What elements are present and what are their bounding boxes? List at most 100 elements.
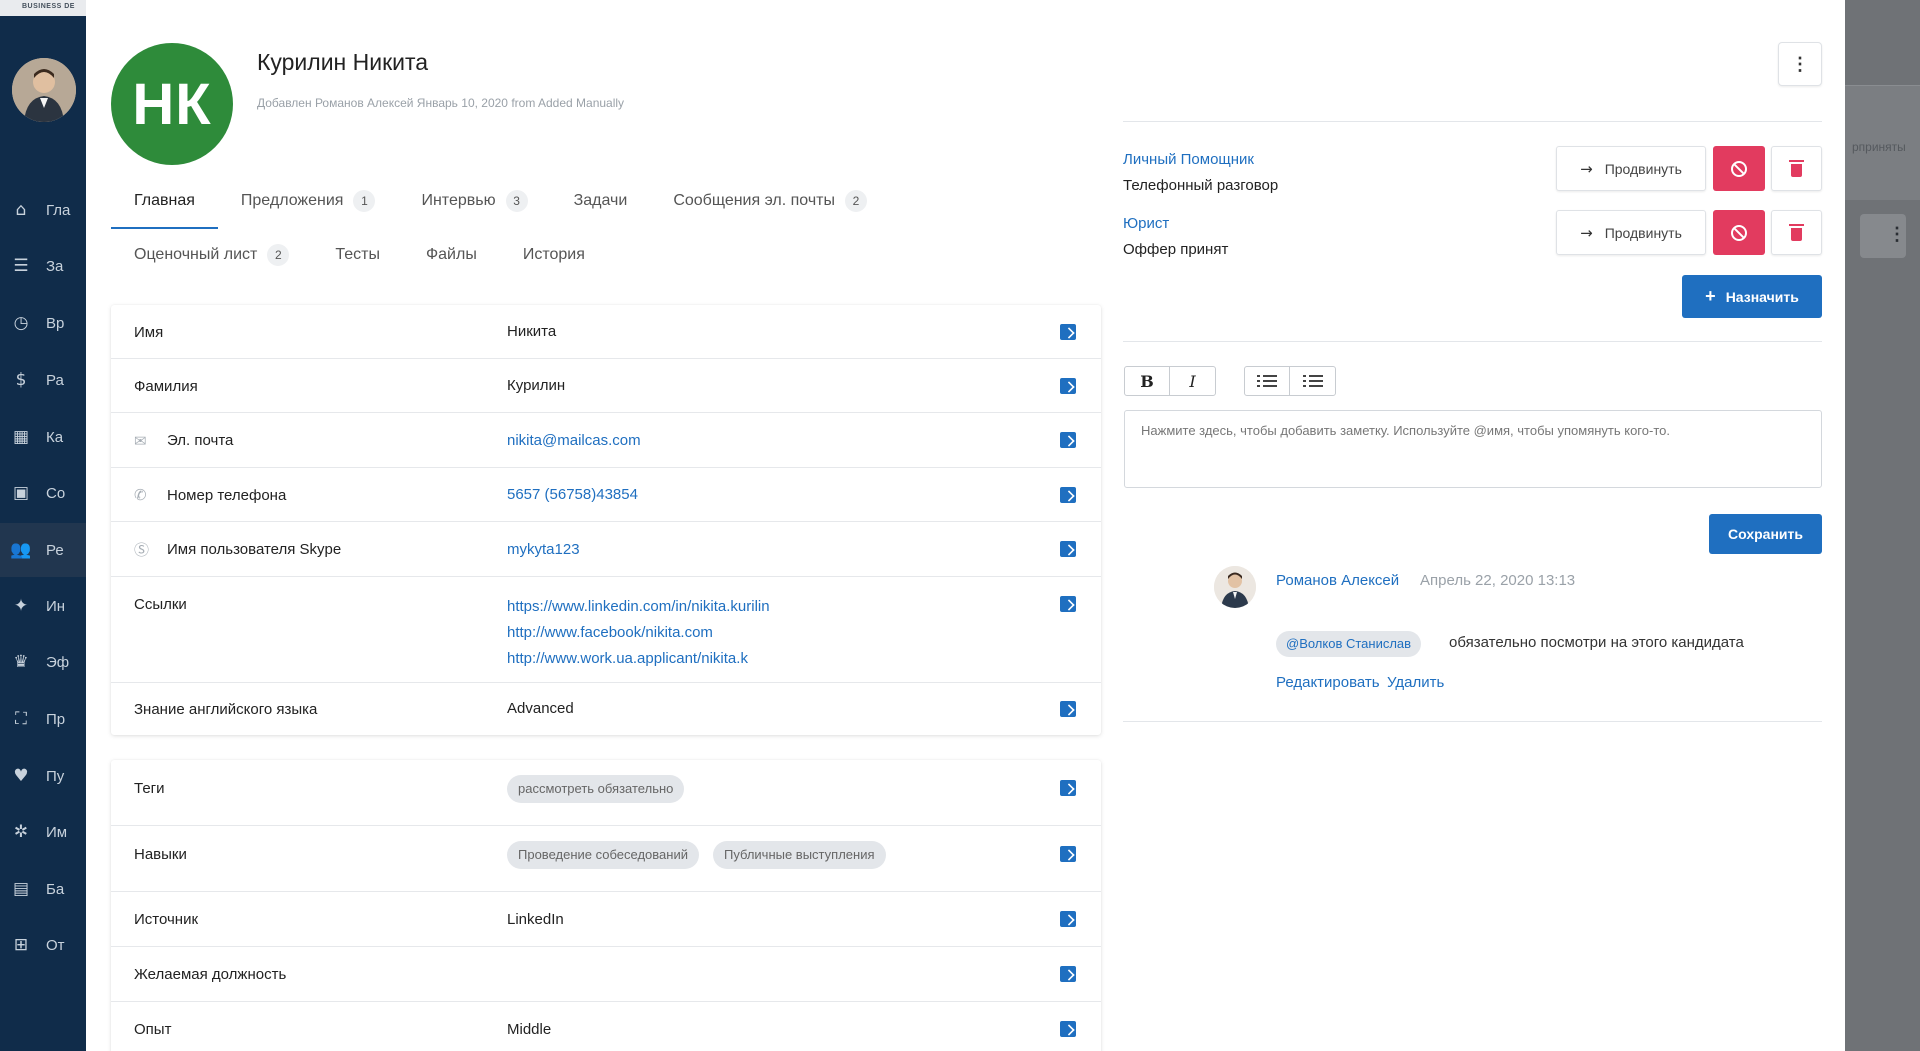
sitemap-icon: ⛶ (15, 709, 27, 729)
tab-tabs_row1-4[interactable]: Сообщения эл. почты 2 (650, 181, 890, 221)
book-icon: ▤ (12, 879, 30, 899)
edit-icon[interactable] (1060, 378, 1076, 394)
background-nav-item[interactable]: 👥 Ре (0, 523, 86, 577)
link-linkedin[interactable]: https://www.linkedin.com/in/nikita.kuril… (507, 594, 1101, 620)
background-nav-item[interactable]: $ Ра (0, 353, 86, 407)
mention-pill[interactable]: @Волков Станислав (1276, 631, 1422, 657)
tabs-row-1: Главная Предложения 1 Интервью 3 Задачи Сообще… (111, 181, 890, 229)
background-nav-item[interactable]: ⌂ Гла (0, 183, 86, 237)
tab-tabs_row2-2[interactable]: Файлы (403, 235, 500, 275)
background-nav-item[interactable]: ☰ За (0, 239, 86, 293)
background-nav-label: Вр (46, 314, 65, 332)
advance-button[interactable]: → Продвинуть (1556, 210, 1706, 255)
background-more-icon[interactable]: ⋮ (1888, 224, 1906, 245)
field-links: Ссылки https://www.linkedin.com/in/nikit… (111, 577, 1101, 683)
edit-icon[interactable] (1060, 541, 1076, 557)
save-button[interactable]: Сохранить (1709, 514, 1822, 554)
background-nav-label: Ба (46, 880, 65, 898)
reject-button[interactable] (1713, 210, 1765, 255)
tab-tabs_row1-0[interactable]: Главная (111, 181, 218, 229)
pipeline-job-title[interactable]: Юрист (1123, 215, 1169, 232)
field-first-name: Имя Никита (111, 305, 1101, 359)
phone-icon: ✆ (134, 486, 147, 504)
tab-tabs_row2-3[interactable]: История (500, 235, 608, 275)
background-nav-item[interactable]: ♛ Эф (0, 635, 86, 689)
background-nav-item[interactable]: ⛶ Пр (0, 692, 86, 746)
arrow-right-icon: → (1580, 159, 1593, 178)
user-photo-icon (12, 58, 76, 122)
tab-label: Оценочный лист (134, 246, 258, 263)
field-label: Опыт (134, 1021, 172, 1038)
contacts-icon: ▣ (12, 483, 30, 503)
comment-author[interactable]: Романов Алексей (1276, 572, 1399, 589)
note-input[interactable]: Нажмите здесь, чтобы добавить заметку. И… (1124, 410, 1822, 488)
skype-link[interactable]: mykyta123 (507, 522, 1101, 577)
skill-pill[interactable]: Публичные выступления (712, 841, 886, 869)
background-nav-item[interactable]: ✲ Им (0, 805, 86, 859)
advance-button[interactable]: → Продвинуть (1556, 146, 1706, 191)
background-nav-item[interactable]: ⊞ От (0, 918, 86, 972)
link-facebook[interactable]: http://www.facebook/nikita.com (507, 620, 1101, 646)
bold-button[interactable]: B (1125, 367, 1170, 395)
pipeline-job-title[interactable]: Личный Помощник (1123, 151, 1254, 168)
home-icon: ⌂ (15, 200, 27, 220)
more-options-button[interactable]: ⋮ (1778, 42, 1822, 86)
assign-button[interactable]: + Назначить (1682, 275, 1822, 318)
current-user-avatar[interactable] (12, 58, 76, 122)
delete-button[interactable] (1771, 210, 1822, 255)
author-photo-icon (1214, 566, 1256, 608)
field-phone: ✆ Номер телефона 5657 (56758)43854 (111, 468, 1101, 522)
field-label: Имя (134, 323, 164, 341)
phone-link[interactable]: 5657 (56758)43854 (507, 468, 1101, 522)
field-experience: Опыт Middle (111, 1002, 1101, 1051)
bullet-list-icon (1257, 375, 1277, 387)
edit-icon[interactable] (1060, 701, 1076, 717)
field-label: Источник (134, 911, 199, 928)
tab-tabs_row1-1[interactable]: Предложения 1 (218, 181, 399, 221)
background-nav-label: Ка (46, 428, 64, 446)
edit-icon[interactable] (1060, 1021, 1076, 1037)
background-nav-item[interactable]: ▣ Со (0, 466, 86, 520)
tab-tabs_row1-2[interactable]: Интервью 3 (398, 181, 550, 221)
tag-pill[interactable]: рассмотреть обязательно (507, 775, 685, 803)
background-nav-item[interactable]: ◷ Вр (0, 296, 86, 350)
delete-comment-link[interactable]: Удалить (1387, 674, 1444, 691)
skill-pill[interactable]: Проведение собеседований (507, 841, 699, 869)
field-value: Курилин (507, 377, 566, 394)
numbered-list-icon (1302, 375, 1323, 387)
edit-icon[interactable] (1060, 846, 1076, 862)
field-value: LinkedIn (507, 911, 564, 928)
background-nav-item[interactable]: ♥ Пу (0, 749, 86, 803)
edit-icon[interactable] (1060, 487, 1076, 503)
field-label: Номер телефона (167, 486, 287, 504)
background-brand: BUSINESS DE (22, 3, 75, 10)
background-nav-item[interactable]: ✦ Ин (0, 579, 86, 633)
italic-button[interactable]: I (1170, 367, 1215, 395)
background-nav-item[interactable]: ▦ Ка (0, 410, 86, 464)
clock-icon: ◷ (13, 313, 29, 333)
edit-icon[interactable] (1060, 324, 1076, 340)
calendar-icon: ▦ (12, 427, 30, 447)
email-link[interactable]: nikita@mailcas.com (507, 413, 1101, 468)
heart-icon: ♥ (13, 766, 29, 786)
edit-comment-link[interactable]: Редактировать (1276, 674, 1380, 691)
field-label: Фамилия (134, 377, 198, 395)
edit-icon[interactable] (1060, 966, 1076, 982)
tab-tabs_row1-3[interactable]: Задачи (551, 181, 651, 221)
edit-icon[interactable] (1060, 596, 1076, 612)
reject-button[interactable] (1713, 146, 1765, 191)
edit-icon[interactable] (1060, 911, 1076, 927)
delete-button[interactable] (1771, 146, 1822, 191)
tab-count-badge: 1 (353, 190, 376, 212)
tab-tabs_row2-0[interactable]: Оценочный лист 2 (111, 235, 312, 275)
background-nav-item[interactable]: ▤ Ба (0, 862, 86, 916)
edit-icon[interactable] (1060, 432, 1076, 448)
field-source: Источник LinkedIn (111, 892, 1101, 947)
bullet-list-button[interactable] (1245, 367, 1290, 395)
tab-tabs_row2-1[interactable]: Тесты (312, 235, 403, 275)
field-tags: Теги рассмотреть обязательно (111, 760, 1101, 826)
link-workua[interactable]: http://www.work.ua.applicant/nikita.k (507, 646, 1101, 672)
numbered-list-button[interactable] (1290, 367, 1335, 395)
plus-icon: + (1705, 286, 1716, 306)
edit-icon[interactable] (1060, 780, 1076, 796)
